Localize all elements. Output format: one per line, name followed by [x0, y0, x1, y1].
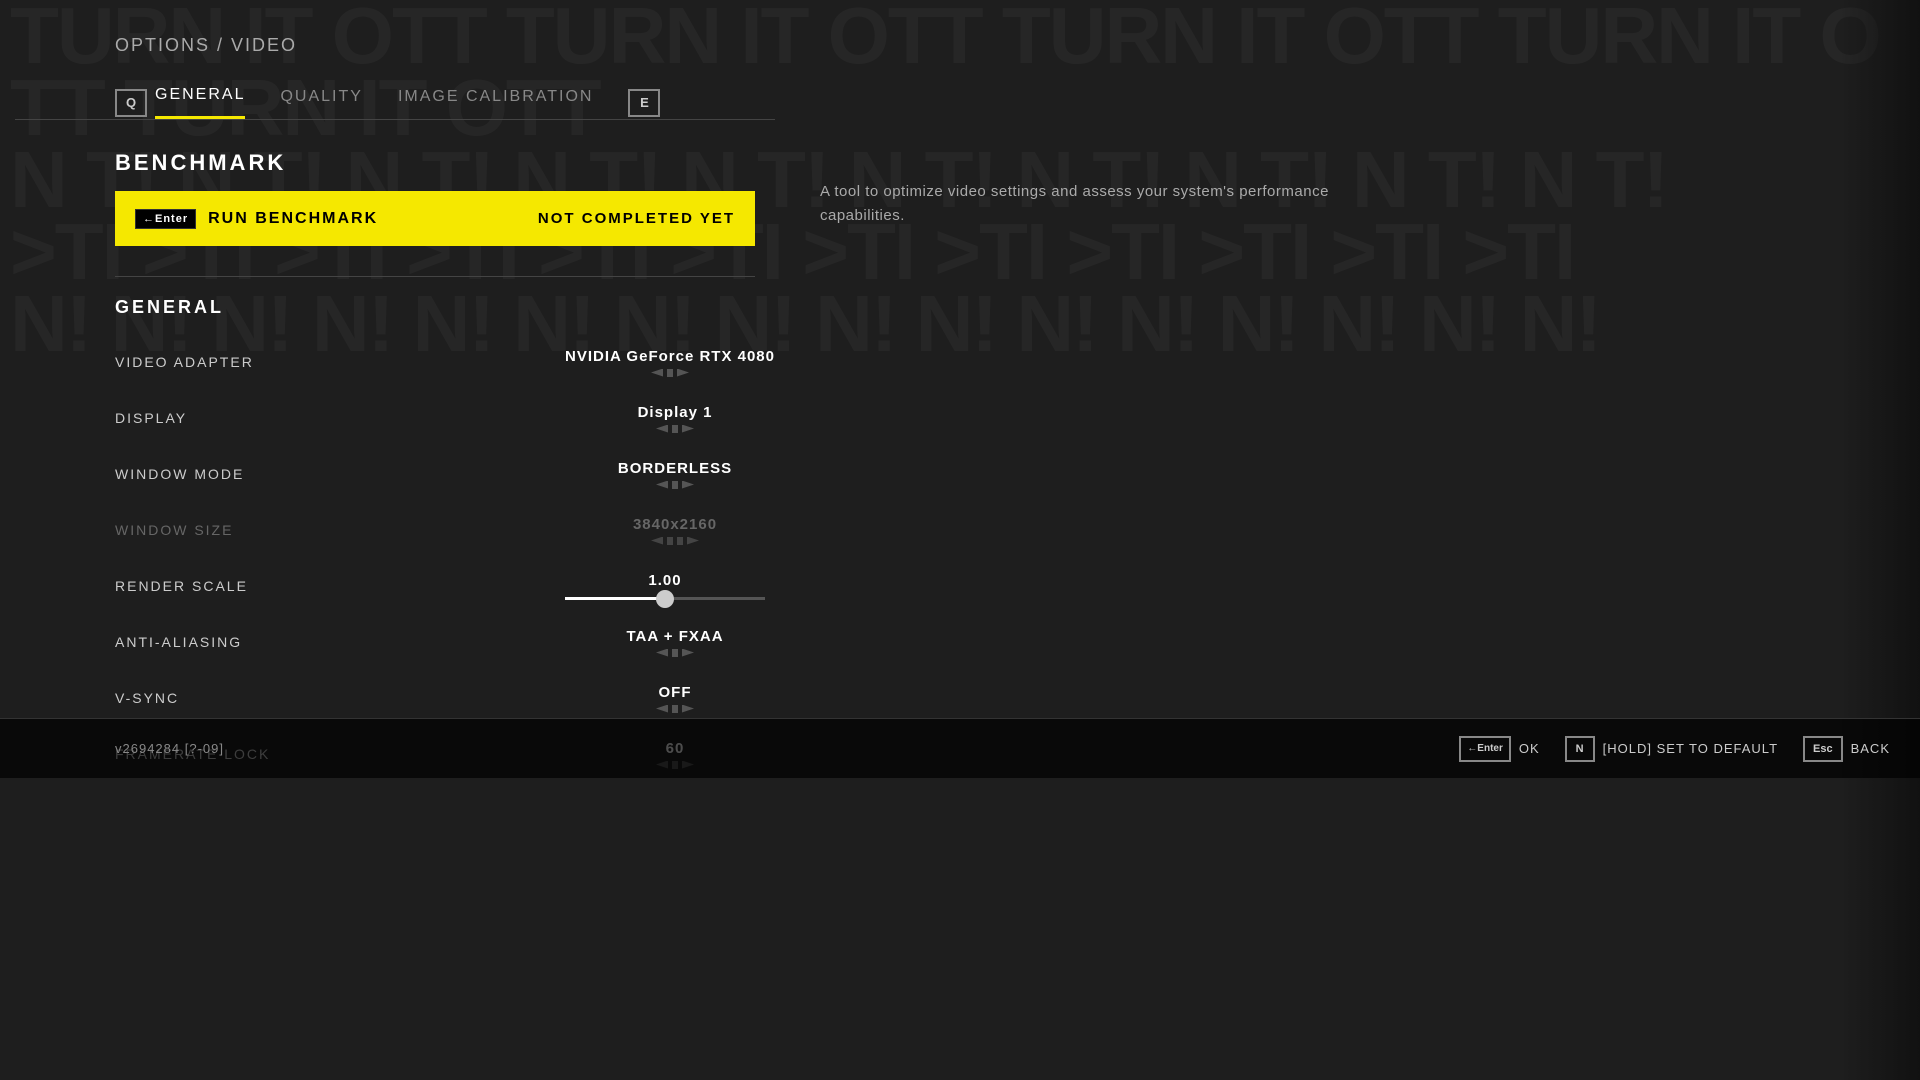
vsync-value: OFF [659, 684, 692, 701]
breadcrumb: OPTIONS / VIDEO [115, 35, 1920, 56]
setting-row-vsync: V-SYNC OFF [115, 674, 775, 722]
setting-row-render-scale: RENDER SCALE 1.00 [115, 562, 775, 610]
arrow-bar-icon [667, 369, 673, 377]
esc-key: Esc [1803, 736, 1843, 762]
tab-key-q[interactable]: Q [115, 89, 147, 117]
benchmark-run-label: RUN BENCHMARK [208, 210, 538, 228]
arrow-right-icon [687, 537, 699, 545]
display-value-block[interactable]: Display 1 [575, 404, 775, 433]
tab-image-calibration[interactable]: IMAGE CALIBRATION [398, 88, 594, 118]
bottom-bar: v2694284 [?-09] ←Enter OK N [HOLD] SET T… [0, 718, 1920, 778]
version-text: v2694284 [?-09] [115, 741, 224, 756]
arrow-left-icon [656, 649, 668, 657]
ctrl-default: N [HOLD] SET TO DEFAULT [1565, 736, 1778, 762]
enter-key-ok: ←Enter [1459, 736, 1511, 762]
vsync-value-block[interactable]: OFF [575, 684, 775, 713]
tab-quality[interactable]: QUALITY [280, 88, 362, 118]
ctrl-default-label: [HOLD] SET TO DEFAULT [1603, 741, 1778, 756]
setting-row-window-size: WINDOW SIZE 3840x2160 [115, 506, 775, 554]
vsync-label: V-SYNC [115, 690, 179, 706]
arrow-left-icon [656, 481, 668, 489]
breadcrumb-current: VIDEO [231, 35, 297, 55]
anti-aliasing-value: TAA + FXAA [626, 628, 723, 645]
arrow-right-icon [682, 649, 694, 657]
arrow-left-icon [651, 537, 663, 545]
slider-filled [565, 597, 665, 600]
video-adapter-label: VIDEO ADAPTER [115, 354, 254, 370]
tab-key-e[interactable]: E [628, 89, 660, 117]
breadcrumb-prefix: OPTIONS / [115, 35, 231, 55]
tab-general[interactable]: GENERAL [155, 86, 245, 119]
tab-bar: Q GENERAL QUALITY IMAGE CALIBRATION E [15, 56, 775, 120]
arrow-right-icon [682, 705, 694, 713]
display-label: DISPLAY [115, 410, 187, 426]
n-key: N [1565, 736, 1595, 762]
general-section-title: GENERAL [115, 297, 1920, 318]
arrow-left-icon [651, 369, 663, 377]
anti-aliasing-label: ANTI-ALIASING [115, 634, 242, 650]
arrow-left-icon [656, 425, 668, 433]
setting-row-window-mode: WINDOW MODE BORDERLESS [115, 450, 775, 498]
arrow-bar-icon [672, 649, 678, 657]
display-arrows [656, 425, 694, 433]
slider-thumb[interactable] [656, 590, 674, 608]
ctrl-back: Esc BACK [1803, 736, 1890, 762]
settings-list: VIDEO ADAPTER NVIDIA GeForce RTX 4080 DI… [115, 338, 775, 778]
setting-row-video-adapter: VIDEO ADAPTER NVIDIA GeForce RTX 4080 [115, 338, 775, 386]
arrow-bar-icon [672, 425, 678, 433]
window-mode-label: WINDOW MODE [115, 466, 244, 482]
video-adapter-value-block[interactable]: NVIDIA GeForce RTX 4080 [565, 348, 775, 377]
enter-key-icon: ←Enter [135, 209, 196, 229]
arrow-bar-icon [672, 481, 678, 489]
ctrl-back-label: BACK [1851, 741, 1890, 756]
slider-track[interactable] [565, 597, 765, 600]
run-benchmark-button[interactable]: ←Enter RUN BENCHMARK NOT COMPLETED YET [115, 191, 755, 246]
benchmark-section-title: BENCHMARK [115, 150, 1920, 176]
arrow-bar-icon [672, 705, 678, 713]
arrow-bar-icon2 [677, 537, 683, 545]
bottom-controls: ←Enter OK N [HOLD] SET TO DEFAULT Esc BA… [1459, 736, 1890, 762]
vsync-arrows [656, 705, 694, 713]
window-size-value: 3840x2160 [633, 516, 717, 533]
arrow-right-icon [682, 425, 694, 433]
window-mode-value: BORDERLESS [618, 460, 732, 477]
setting-row-anti-aliasing: ANTI-ALIASING TAA + FXAA [115, 618, 775, 666]
anti-aliasing-arrows [656, 649, 694, 657]
window-size-arrows [651, 537, 699, 545]
arrow-bar-icon [667, 537, 673, 545]
separator [115, 276, 755, 277]
ctrl-ok: ←Enter OK [1459, 736, 1539, 762]
display-value: Display 1 [638, 404, 713, 421]
render-scale-value: 1.00 [648, 572, 681, 589]
arrow-right-icon [677, 369, 689, 377]
arrow-right-icon [682, 481, 694, 489]
window-mode-arrows [656, 481, 694, 489]
benchmark-status: NOT COMPLETED YET [538, 210, 735, 227]
benchmark-description: A tool to optimize video settings and as… [820, 180, 1340, 228]
render-scale-label: RENDER SCALE [115, 578, 248, 594]
window-size-value-block: 3840x2160 [575, 516, 775, 545]
render-scale-slider[interactable]: 1.00 [555, 572, 775, 600]
setting-row-display: DISPLAY Display 1 [115, 394, 775, 442]
window-size-label: WINDOW SIZE [115, 522, 233, 538]
header: OPTIONS / VIDEO [0, 0, 1920, 56]
video-adapter-arrows [651, 369, 689, 377]
arrow-left-icon [656, 705, 668, 713]
ctrl-ok-label: OK [1519, 741, 1540, 756]
video-adapter-value: NVIDIA GeForce RTX 4080 [565, 348, 775, 365]
window-mode-value-block[interactable]: BORDERLESS [575, 460, 775, 489]
anti-aliasing-value-block[interactable]: TAA + FXAA [575, 628, 775, 657]
